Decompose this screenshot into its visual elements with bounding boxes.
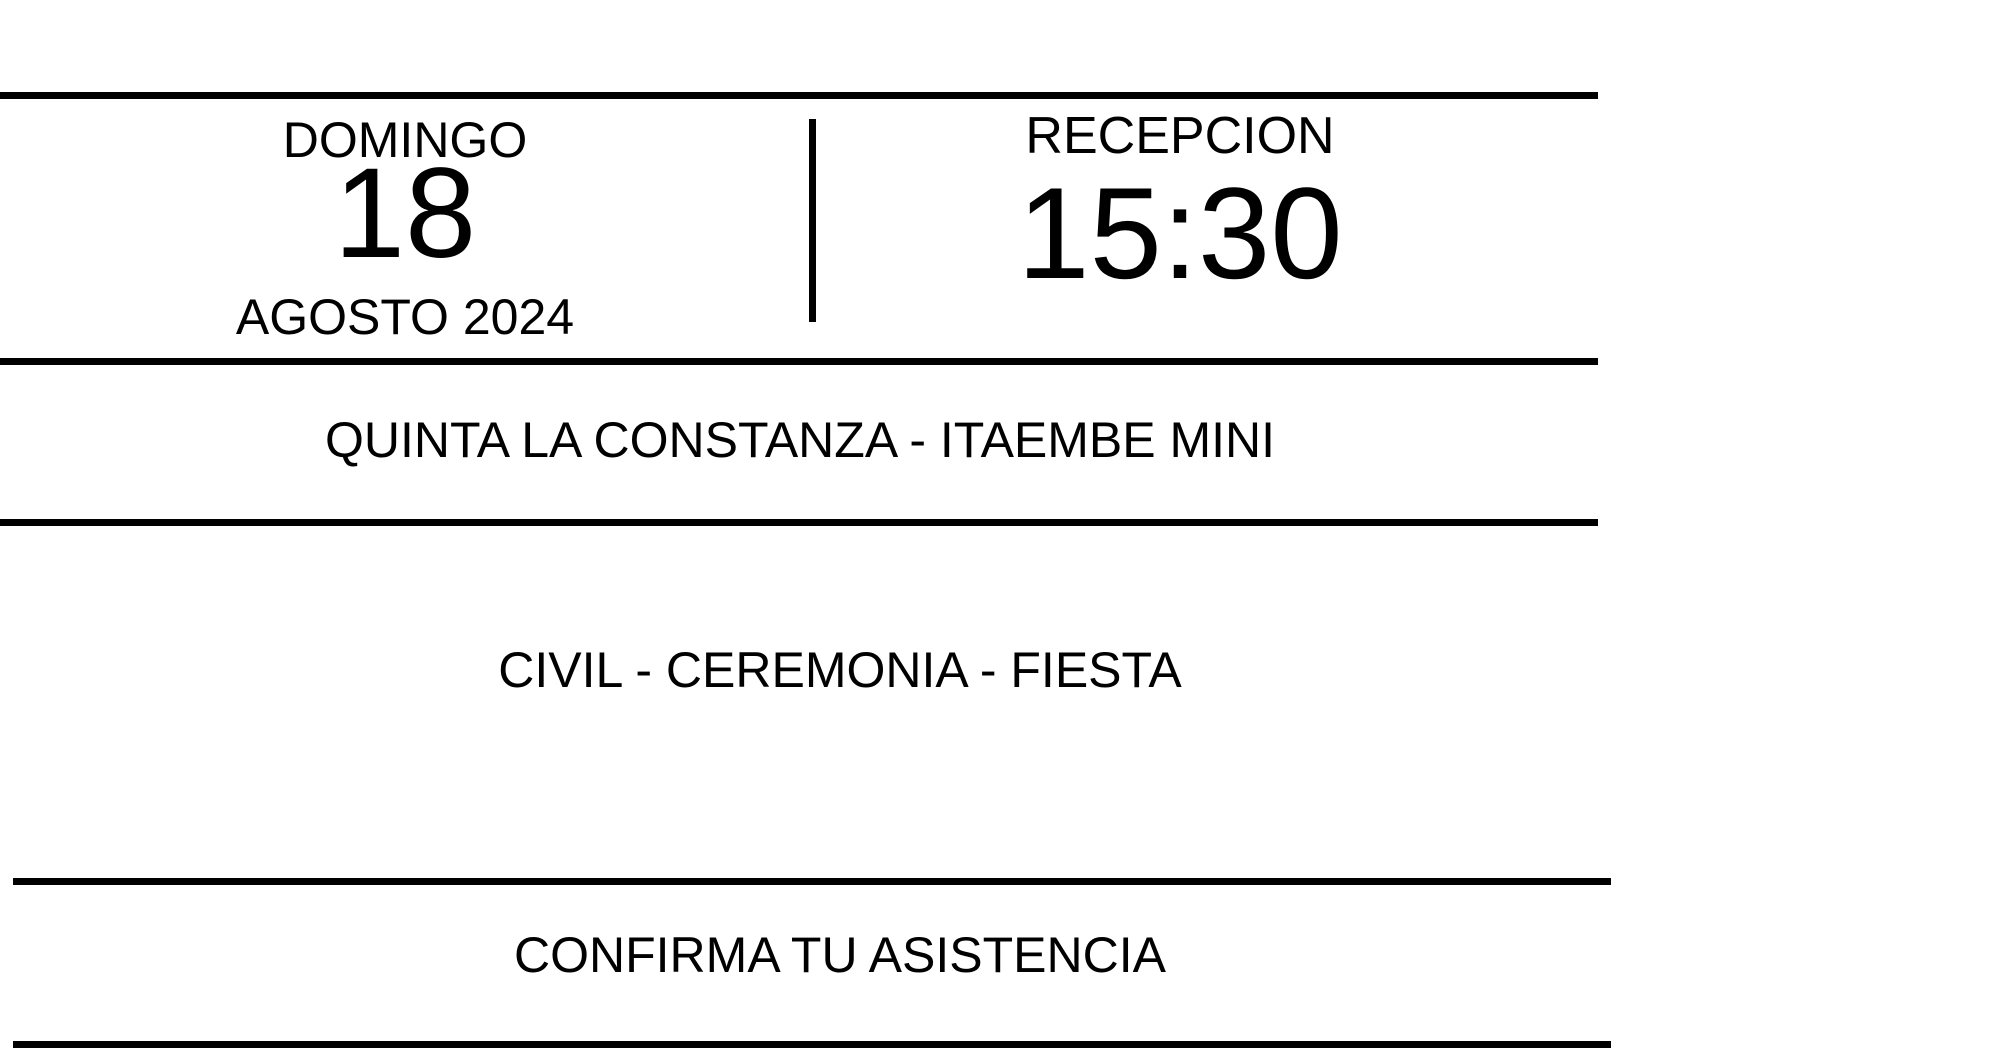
reception-time: 15:30 [1017, 160, 1343, 306]
day-number: 18 [333, 142, 477, 285]
events-text: CIVIL - CEREMONIA - FIESTA [498, 642, 1182, 698]
month-year-text: AGOSTO 2024 [235, 289, 575, 345]
date-reception-separator [809, 119, 816, 322]
date-section-bottom-divider [0, 358, 1598, 365]
rsvp-bottom-divider [13, 1041, 1611, 1048]
venue-section-bottom-divider [0, 519, 1598, 526]
reception-label: RECEPCION [1025, 107, 1335, 165]
rsvp-top-divider [13, 878, 1611, 885]
venue-text: QUINTA LA CONSTANZA - ITAEMBE MINI [324, 412, 1276, 468]
rsvp-button[interactable]: CONFIRMA TU ASISTENCIA [100, 930, 1580, 980]
top-divider [0, 92, 1598, 99]
